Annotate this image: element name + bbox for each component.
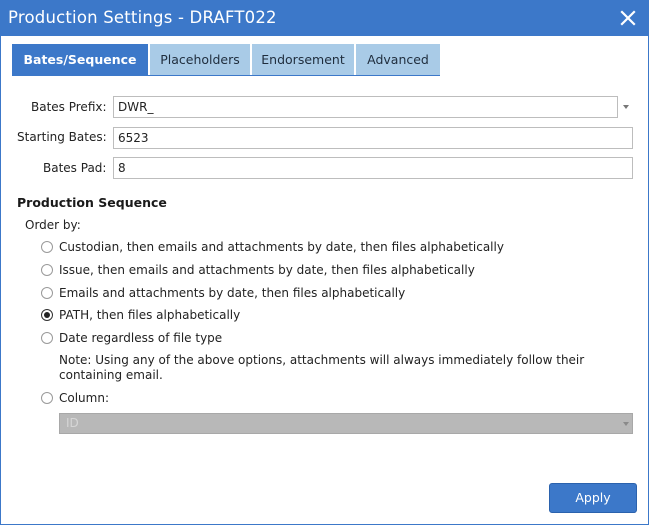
column-dropdown-icon <box>623 422 629 426</box>
order-option-label: Custodian, then emails and attachments b… <box>59 240 504 254</box>
order-option-label: Issue, then emails and attachments by da… <box>59 263 475 277</box>
starting-bates-input[interactable]: 6523 <box>113 127 633 149</box>
radio-path[interactable] <box>41 309 53 321</box>
bates-pad-label: Bates Pad: <box>43 161 107 175</box>
radio-custodian[interactable] <box>41 241 53 253</box>
dialog-titlebar: Production Settings - DRAFT022 <box>1 1 648 36</box>
order-option-label: PATH, then files alphabetically <box>59 308 241 322</box>
order-option-label: Date regardless of file type <box>59 331 223 345</box>
bates-prefix-label: Bates Prefix: <box>31 100 107 114</box>
starting-bates-label: Starting Bates: <box>17 130 107 144</box>
production-settings-dialog: Production Settings - DRAFT022 Bates/Seq… <box>0 0 649 525</box>
order-by-label: Order by: <box>25 218 81 232</box>
tab-placeholders[interactable]: Placeholders <box>150 44 250 75</box>
attachments-note: Note: Using any of the above options, at… <box>59 353 585 382</box>
order-option-label: Column: <box>59 391 109 405</box>
dialog-title: Production Settings - DRAFT022 <box>8 8 277 27</box>
bates-pad-input[interactable]: 8 <box>113 157 633 179</box>
radio-issue[interactable] <box>41 264 53 276</box>
radio-emails[interactable] <box>41 287 53 299</box>
tab-endorsement[interactable]: Endorsement <box>252 44 354 75</box>
tab-divider <box>12 75 440 76</box>
bates-prefix-input[interactable]: DWR_ <box>113 96 618 118</box>
column-select: ID <box>59 413 633 434</box>
close-icon[interactable] <box>620 10 636 26</box>
radio-column[interactable] <box>41 392 53 404</box>
bates-prefix-dropdown-icon[interactable] <box>623 105 629 109</box>
radio-date[interactable] <box>41 332 53 344</box>
production-sequence-heading: Production Sequence <box>17 195 167 210</box>
apply-button[interactable]: Apply <box>549 483 637 513</box>
tab-advanced[interactable]: Advanced <box>356 44 440 75</box>
tab-bates-sequence[interactable]: Bates/Sequence <box>12 44 148 76</box>
order-option-label: Emails and attachments by date, then fil… <box>59 286 406 300</box>
